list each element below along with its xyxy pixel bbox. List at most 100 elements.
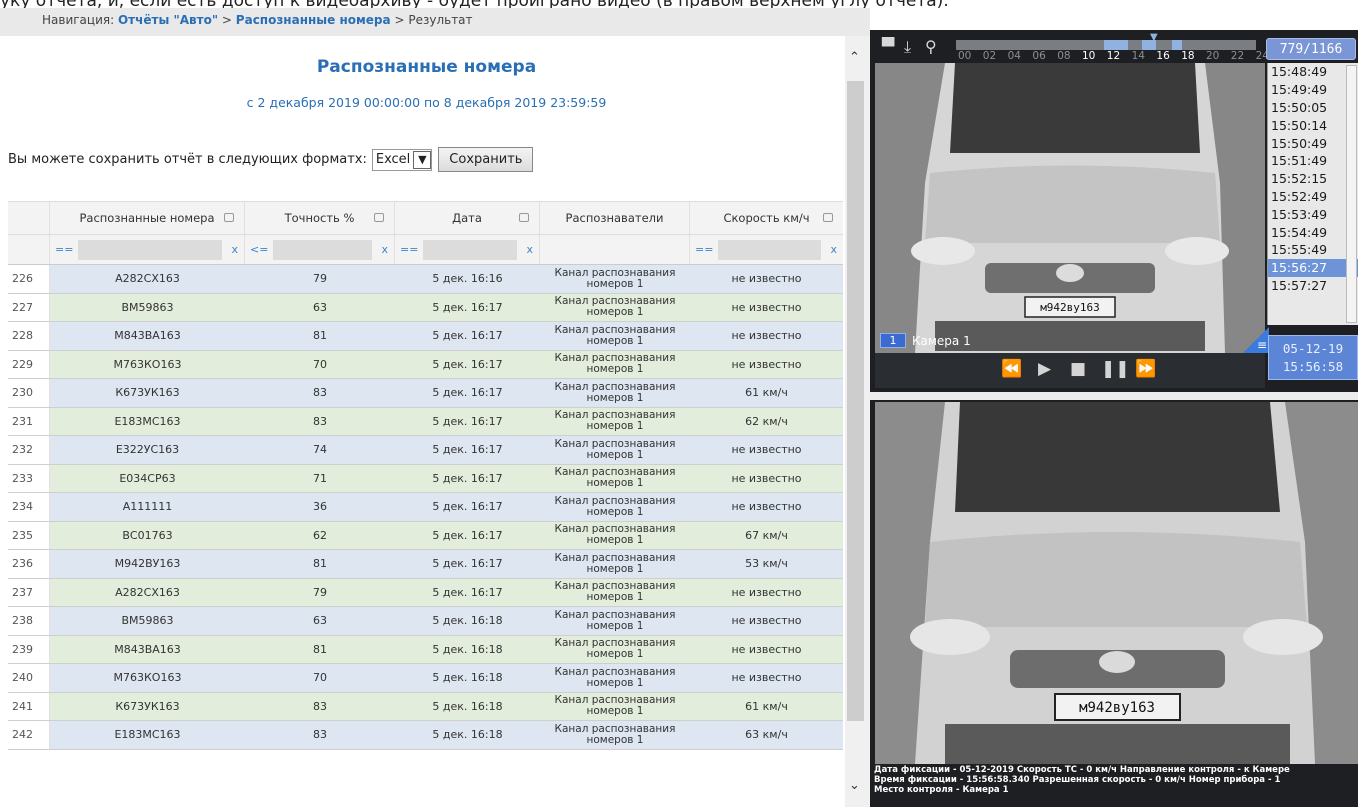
report-scrollbar[interactable]: ⌃ ⌄: [845, 36, 870, 807]
time-list-item[interactable]: 15:50:49: [1268, 134, 1358, 152]
table-row[interactable]: 226 А282СХ163 79 5 дек. 16:16 Канал распозна…: [8, 265, 843, 294]
playback-controls: ⏪ ▶ ■ ❚❚ ⏩: [875, 353, 1265, 388]
comment-icon[interactable]: [519, 213, 529, 222]
scrollbar-thumb[interactable]: [847, 81, 864, 721]
time-list-item[interactable]: 15:54:49: [1268, 223, 1358, 241]
time-list-item[interactable]: 15:53:49: [1268, 205, 1358, 223]
header-date-label: Дата: [452, 211, 482, 225]
panel-divider[interactable]: [870, 392, 1358, 400]
camera-view-main[interactable]: м942ву163: [875, 63, 1265, 353]
table-row[interactable]: 235 ВС01763 62 5 дек. 16:17 Канал распознава…: [8, 521, 843, 550]
timeline-hour-label: 18: [1181, 50, 1195, 62]
time-list[interactable]: 15:48:49 15:49:49 15:50:05 15:50:14 15:50:49…: [1267, 63, 1358, 325]
table-row[interactable]: 228 М843ВА163 81 5 дек. 16:17 Канал распозна…: [8, 322, 843, 351]
recognizer-line-2: номеров 1: [586, 591, 644, 604]
stop-icon[interactable]: ■: [1070, 359, 1086, 379]
fast-forward-icon[interactable]: ⏩: [1135, 359, 1156, 379]
video-panel: ▀ ⤓ ⚲ ▼ 00 02 04 06 08 10 12 14 16 18 20 22 24 779/1…: [870, 30, 1358, 807]
filter-clear-button[interactable]: x: [231, 243, 238, 256]
filter-clear-button[interactable]: x: [526, 243, 533, 256]
pause-icon[interactable]: ❚❚: [1101, 359, 1130, 379]
header-plate[interactable]: Распознанные номера: [50, 202, 245, 234]
filter-operator[interactable]: <=: [250, 243, 268, 256]
row-index: 228: [8, 322, 50, 350]
timeline-hour-label: 00: [958, 50, 972, 62]
table-row[interactable]: 229 М763КО163 70 5 дек. 16:17 Канал распозна…: [8, 350, 843, 379]
time-list-item[interactable]: 15:49:49: [1268, 81, 1358, 99]
time-list-item[interactable]: 15:50:14: [1268, 116, 1358, 134]
camera-index-badge[interactable]: 1: [880, 333, 906, 348]
time-list-item[interactable]: 15:55:49: [1268, 241, 1358, 259]
row-index: 231: [8, 407, 50, 435]
timeline-track[interactable]: ▼: [956, 32, 1256, 50]
filter-clear-button[interactable]: x: [381, 243, 388, 256]
timeline-toolbar: ▀ ⤓ ⚲ ▼ 00 02 04 06 08 10 12 14 16 18 20 22 24 779/1…: [870, 30, 1358, 63]
cell-recognizer: Канал распознавания номеров 1: [540, 578, 690, 606]
format-select[interactable]: Excel ▼: [371, 148, 433, 171]
breadcrumb-link-recognized-plates[interactable]: Распознанные номера: [236, 13, 391, 27]
breadcrumb-link-auto-reports[interactable]: Отчёты "Авто": [118, 13, 218, 27]
time-list-scrollbar[interactable]: [1346, 65, 1357, 323]
time-list-item[interactable]: 15:56:27: [1268, 258, 1358, 277]
filter-operator[interactable]: ==: [55, 243, 73, 256]
table-row[interactable]: 238 ВМ59863 63 5 дек. 16:18 Канал распознава…: [8, 607, 843, 636]
play-icon[interactable]: ▶: [1038, 359, 1051, 379]
time-list-item[interactable]: 15:48:49: [1268, 63, 1358, 81]
table-row[interactable]: 227 ВМ59863 63 5 дек. 16:17 Канал распознава…: [8, 293, 843, 322]
table-row[interactable]: 237 А282СХ163 79 5 дек. 16:17 Канал распозна…: [8, 578, 843, 607]
filter-plate-input[interactable]: [78, 240, 222, 260]
table-row[interactable]: 241 К673УК163 83 5 дек. 16:18 Канал распозна…: [8, 692, 843, 721]
table-row[interactable]: 232 Е322УС163 74 5 дек. 16:17 Канал распозна…: [8, 436, 843, 465]
filter-speed-input[interactable]: [718, 240, 821, 260]
download-icon[interactable]: ⤓: [904, 37, 911, 57]
time-list-item[interactable]: 15:51:49: [1268, 152, 1358, 170]
cell-date: 5 дек. 16:17: [395, 578, 540, 606]
table-row[interactable]: 233 Е034СР63 71 5 дек. 16:17 Канал распознав…: [8, 464, 843, 493]
print-icon[interactable]: ▀: [882, 37, 894, 56]
comment-icon[interactable]: [224, 213, 234, 222]
time-list-item[interactable]: 15:57:27: [1268, 277, 1358, 295]
table-row[interactable]: 231 Е183МС163 83 5 дек. 16:17 Канал распозна…: [8, 407, 843, 436]
filter-date-input[interactable]: [423, 240, 517, 260]
filter-operator[interactable]: ==: [400, 243, 418, 256]
plate-text: м942ву163: [1040, 301, 1100, 314]
chevron-down-icon[interactable]: ▼: [413, 150, 432, 169]
filter-clear-button[interactable]: x: [830, 243, 837, 256]
cell-recognizer: Канал распознавания номеров 1: [540, 521, 690, 549]
scroll-down-icon[interactable]: ⌄: [849, 778, 860, 793]
table-body: 226 А282СХ163 79 5 дек. 16:16 Канал распозна…: [8, 265, 843, 750]
cell-plate: ВС01763: [50, 521, 245, 549]
table-row[interactable]: 236 М942ВУ163 81 5 дек. 16:17 Канал распозна…: [8, 550, 843, 579]
header-plate-label: Распознанные номера: [79, 211, 215, 225]
header-recognizer[interactable]: Распознаватели: [540, 202, 690, 234]
header-date[interactable]: Дата: [395, 202, 540, 234]
filter-accuracy-input[interactable]: [273, 240, 372, 260]
table-row[interactable]: 240 М763КО163 70 5 дек. 16:18 Канал распозна…: [8, 664, 843, 693]
save-button[interactable]: Сохранить: [438, 147, 534, 172]
scroll-up-icon[interactable]: ⌃: [849, 50, 860, 65]
header-accuracy[interactable]: Точность %: [245, 202, 395, 234]
time-list-item[interactable]: 15:50:05: [1268, 99, 1358, 117]
header-speed[interactable]: Скорость км/ч: [690, 202, 843, 234]
time-list-item[interactable]: 15:52:15: [1268, 170, 1358, 188]
snapshot-plate-text: м942ву163: [1079, 700, 1155, 716]
cell-date: 5 дек. 16:17: [395, 550, 540, 578]
recognizer-line-2: номеров 1: [586, 505, 644, 518]
cell-speed: 61 км/ч: [690, 379, 843, 407]
time-list-item[interactable]: 15:52:49: [1268, 188, 1358, 206]
table-row[interactable]: 242 Е183МС163 83 5 дек. 16:18 Канал распозна…: [8, 721, 843, 750]
table-row[interactable]: 239 М843ВА163 81 5 дек. 16:18 Канал распозна…: [8, 635, 843, 664]
comment-icon[interactable]: [374, 213, 384, 222]
cell-plate: Е034СР63: [50, 464, 245, 492]
rewind-icon[interactable]: ⏪: [1001, 359, 1022, 379]
timeline-position-marker[interactable]: ▼: [1150, 32, 1158, 43]
row-index: 233: [8, 464, 50, 492]
cell-plate: ВМ59863: [50, 607, 245, 635]
cell-accuracy: 79: [245, 578, 395, 606]
search-icon[interactable]: ⚲: [925, 37, 937, 56]
filter-operator[interactable]: ==: [695, 243, 713, 256]
cell-speed: не известно: [690, 350, 843, 378]
table-row[interactable]: 230 К673УК163 83 5 дек. 16:17 Канал распозна…: [8, 379, 843, 408]
table-row[interactable]: 234 А111111 36 5 дек. 16:17 Канал распознава…: [8, 493, 843, 522]
comment-icon[interactable]: [823, 213, 833, 222]
